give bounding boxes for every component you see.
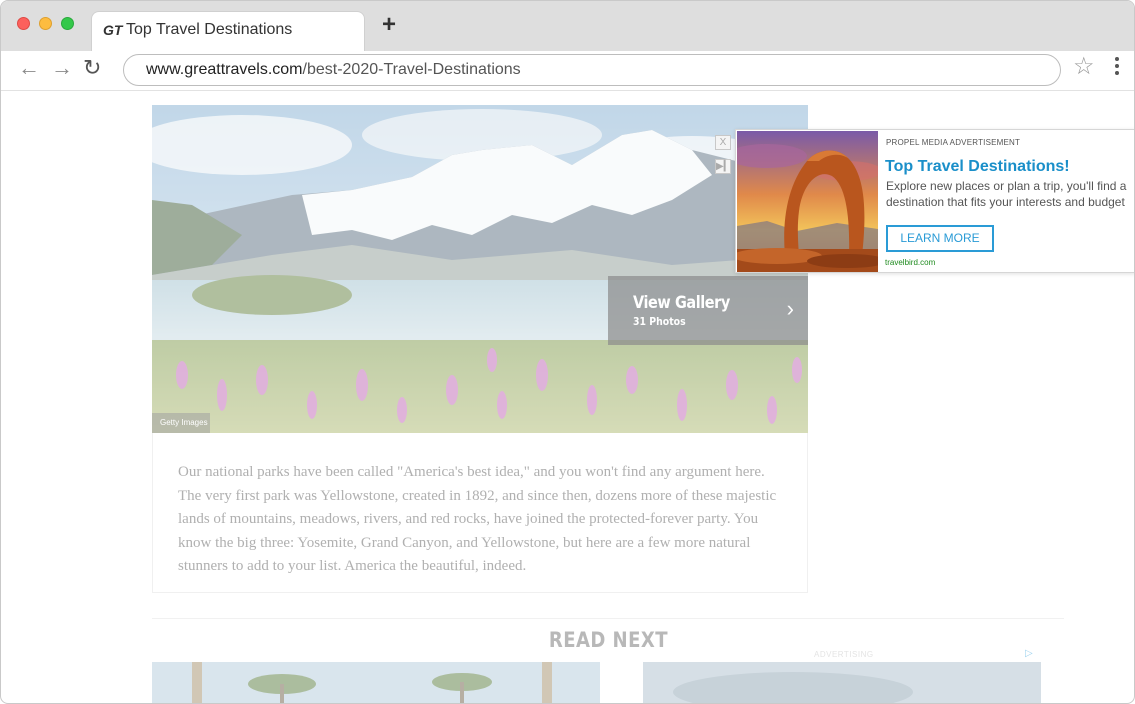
adchoices-icon[interactable]: ▷ — [1025, 648, 1033, 659]
blurred-photo — [643, 662, 1041, 703]
read-next-heading: READ NEXT — [548, 628, 668, 652]
ad-sponsor-label: PROPEL MEDIA ADVERTISEMENT — [886, 138, 1021, 147]
article-body: Our national parks have been called "Ame… — [178, 464, 777, 574]
minimize-window-button[interactable] — [39, 17, 52, 30]
ad-skip-button[interactable]: ▶▎ — [715, 159, 731, 174]
more-menu-icon[interactable] — [1115, 57, 1121, 78]
address-bar[interactable]: www.greattravels.com/best-2020-Travel-De… — [123, 54, 1061, 86]
hero-image[interactable]: Getty Images View Gallery 31 Photos › — [152, 105, 808, 433]
ad-description: Explore new places or plan a trip, you'l… — [886, 179, 1127, 209]
delicate-arch-photo — [737, 131, 878, 272]
ad-banner[interactable]: PROPEL MEDIA ADVERTISEMENT Top Travel De… — [735, 129, 1134, 273]
back-arrow-icon[interactable]: ← — [18, 57, 40, 79]
ad-title[interactable]: Top Travel Destinations! — [885, 158, 1070, 176]
read-next-thumbnail-2[interactable] — [643, 662, 1041, 703]
browser-toolbar: ← → ↻ www.greattravels.com/best-2020-Tra… — [1, 51, 1134, 91]
gallery-photo-count: 31 Photos — [633, 315, 686, 328]
tab-title: Top Travel Destinations — [126, 21, 293, 38]
photo-credit: Getty Images — [152, 413, 210, 433]
article-card: Our national parks have been called "Ame… — [152, 433, 808, 593]
url-host: www.greattravels.com — [146, 61, 303, 78]
new-tab-button[interactable]: + — [382, 13, 396, 37]
palm-trees-photo — [152, 662, 600, 703]
chevron-right-icon: › — [786, 296, 794, 321]
ad-domain-link[interactable]: travelbird.com — [885, 258, 935, 267]
image-overlay — [152, 105, 808, 433]
url-path: /best-2020-Travel-Destinations — [302, 61, 521, 78]
maximize-window-button[interactable] — [61, 17, 74, 30]
ad-close-button[interactable]: X — [715, 135, 731, 150]
close-window-button[interactable] — [17, 17, 30, 30]
learn-more-button[interactable]: LEARN MORE — [886, 225, 994, 252]
tab-bar: GT Top Travel Destinations + — [1, 1, 1134, 52]
bookmark-star-icon[interactable]: ☆ — [1073, 55, 1095, 79]
site-favicon-icon: GT — [103, 22, 123, 38]
ad-image[interactable] — [737, 131, 878, 272]
advertising-label: ADVERTISING — [814, 650, 874, 659]
reload-icon[interactable]: ↻ — [83, 57, 101, 79]
view-gallery-button[interactable]: View Gallery 31 Photos › — [608, 276, 808, 345]
section-divider — [152, 618, 1064, 619]
forward-arrow-icon[interactable]: → — [51, 57, 73, 79]
browser-tab[interactable]: GT Top Travel Destinations — [91, 11, 365, 52]
browser-window: GT Top Travel Destinations + ← → ↻ www.g… — [0, 0, 1135, 704]
gallery-title: View Gallery — [633, 293, 730, 313]
read-next-thumbnail-1[interactable] — [152, 662, 600, 703]
